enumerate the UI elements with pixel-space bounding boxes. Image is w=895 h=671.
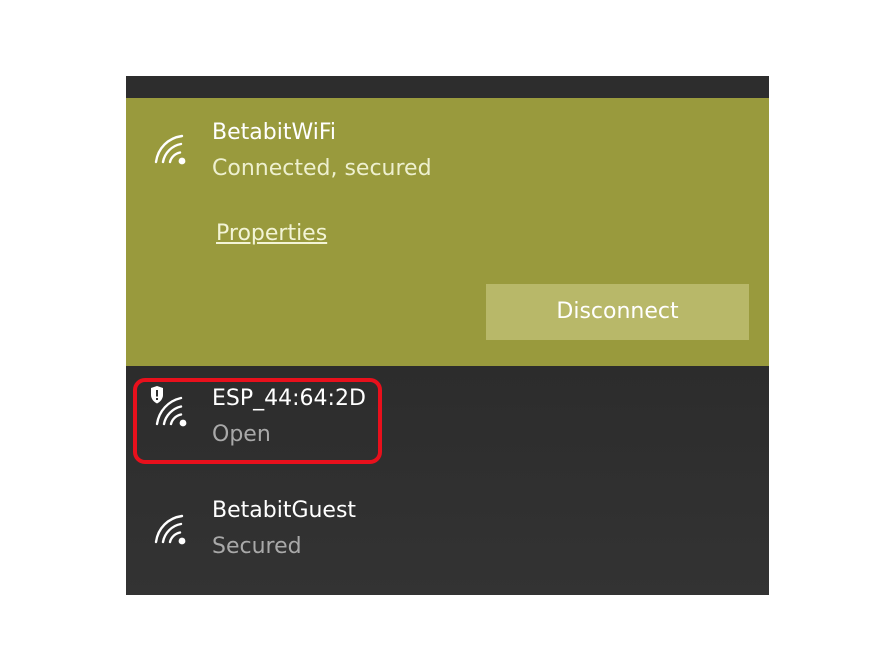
panel-top-strip xyxy=(126,76,769,98)
disconnect-button[interactable]: Disconnect xyxy=(486,284,749,340)
network-name-betabitguest: BetabitGuest xyxy=(212,498,357,523)
properties-link[interactable]: Properties xyxy=(216,220,327,248)
connected-network-status: Connected, secured xyxy=(212,156,432,181)
connected-network-item[interactable]: BetabitWiFi Connected, secured Propertie… xyxy=(126,98,769,366)
wifi-signal-icon xyxy=(154,134,186,165)
network-status-betabitguest: Secured xyxy=(212,534,302,559)
network-status-esp: Open xyxy=(212,422,271,447)
wifi-signal-icon xyxy=(154,514,186,545)
network-name-esp: ESP_44:64:2D xyxy=(212,386,366,411)
network-item-betabitguest[interactable]: BetabitGuest Secured xyxy=(126,478,769,590)
wifi-flyout-panel: BetabitWiFi Connected, secured Propertie… xyxy=(126,76,769,595)
network-item-esp[interactable]: ESP_44:64:2D Open xyxy=(126,366,769,478)
wifi-open-warning-icon xyxy=(151,386,187,427)
connected-network-name: BetabitWiFi xyxy=(212,120,336,145)
